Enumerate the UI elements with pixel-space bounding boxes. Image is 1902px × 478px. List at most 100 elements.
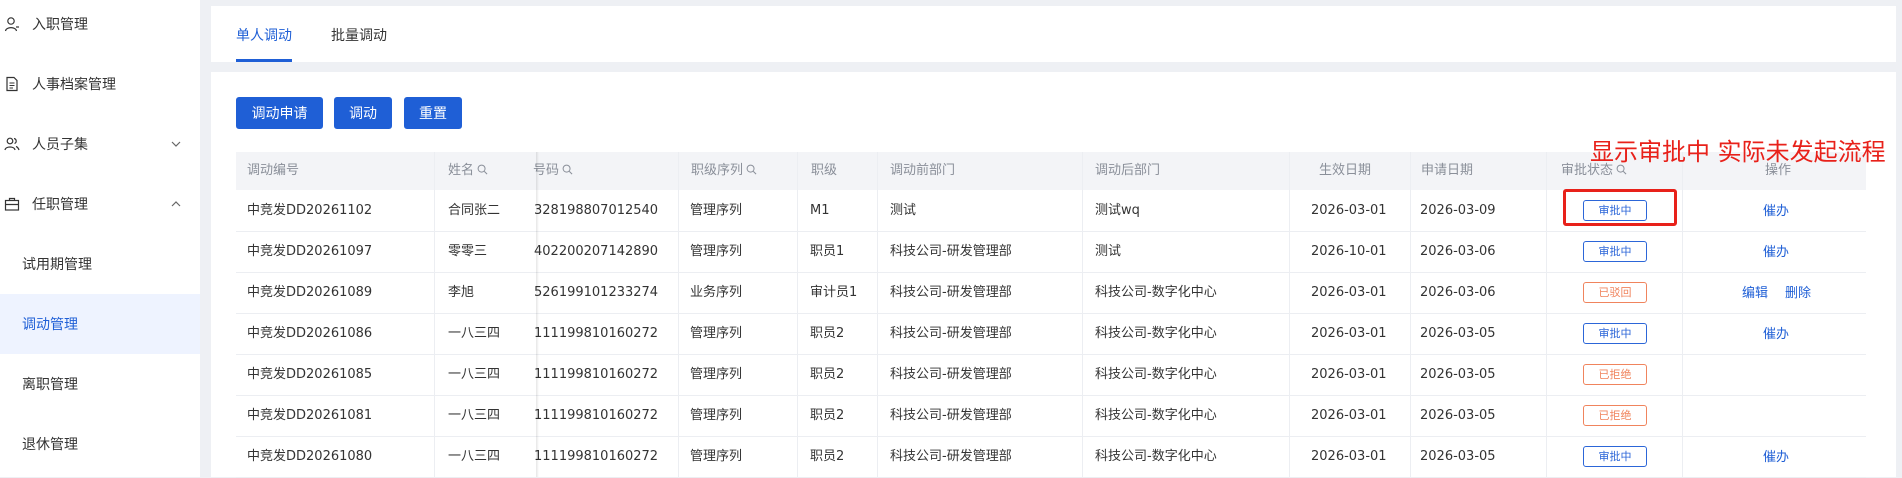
cell-apply-date: 2026-03-05	[1420, 449, 1496, 464]
cell-rank: 职员1	[810, 244, 845, 259]
cell-id-number: 111199810160272	[534, 408, 659, 423]
cell-rank: 职员2	[810, 367, 845, 382]
header-effective-date: 生效日期	[1319, 163, 1372, 178]
urge-link[interactable]: 催办	[1763, 232, 1789, 273]
status-badge: 已拒绝	[1583, 364, 1647, 385]
cell-effective-date: 2026-03-01	[1311, 449, 1387, 464]
cell-name: 李旭	[448, 285, 475, 300]
cell-name: 零零三	[448, 244, 488, 259]
cell-transfer-code: 中竞发DD20261081	[247, 408, 373, 423]
cell-from-department: 科技公司-研发管理部	[890, 449, 1012, 464]
sidebar-item-probation[interactable]: 试用期管理	[0, 234, 200, 294]
sidebar-item-label: 试用期管理	[22, 257, 92, 273]
header-rank: 职级	[811, 163, 838, 178]
status-badge: 审批中	[1583, 241, 1647, 262]
sidebar-item-label: 入职管理	[32, 17, 88, 33]
sidebar-item-resignation[interactable]: 离职管理	[0, 354, 200, 414]
cell-effective-date: 2026-03-01	[1311, 285, 1387, 300]
cell-transfer-code: 中竞发DD20261097	[247, 244, 373, 259]
sidebar-item-label: 人员子集	[32, 137, 88, 153]
sidebar-item-onboarding[interactable]: 入职管理	[0, 0, 200, 54]
cell-name: 一八三四	[448, 408, 501, 423]
sidebar-item-personnel-files[interactable]: 人事档案管理	[0, 54, 200, 114]
header-rank-series[interactable]: 职级序列	[691, 152, 757, 190]
cell-rank-series: 管理序列	[690, 244, 743, 259]
urge-link[interactable]: 催办	[1763, 437, 1789, 478]
cell-from-department: 科技公司-研发管理部	[890, 285, 1012, 300]
header-series-label: 职级序列	[691, 163, 744, 178]
reset-button[interactable]: 重置	[404, 97, 462, 129]
cell-to-department: 科技公司-数字化中心	[1095, 408, 1217, 423]
search-icon	[477, 164, 488, 175]
cell-effective-date: 2026-03-01	[1311, 367, 1387, 382]
tab-single-transfer[interactable]: 单人调动	[236, 25, 292, 45]
cell-transfer-code: 中竞发DD20261086	[247, 326, 373, 341]
urge-link[interactable]: 催办	[1763, 191, 1789, 232]
cell-transfer-code: 中竞发DD20261080	[247, 449, 373, 464]
tab-batch-transfer[interactable]: 批量调动	[331, 25, 387, 45]
annotation-highlight-box	[1563, 189, 1677, 226]
header-from-department: 调动前部门	[890, 163, 956, 178]
cell-to-department: 测试	[1095, 244, 1122, 259]
cell-name: 一八三四	[448, 326, 501, 341]
active-tab-indicator	[236, 59, 292, 62]
cell-id-number: 111199810160272	[534, 326, 659, 341]
sidebar-item-label: 人事档案管理	[32, 77, 116, 93]
edit-link[interactable]: 编辑	[1742, 273, 1768, 314]
status-badge: 已拒绝	[1583, 405, 1647, 426]
cell-effective-date: 2026-10-01	[1311, 244, 1387, 259]
cell-from-department: 科技公司-研发管理部	[890, 244, 1012, 259]
status-badge: 审批中	[1583, 323, 1647, 344]
header-name-label: 姓名	[448, 163, 475, 178]
sidebar-item-label: 调动管理	[22, 317, 78, 333]
urge-link[interactable]: 催办	[1763, 314, 1789, 355]
cell-to-department: 科技公司-数字化中心	[1095, 326, 1217, 341]
cell-rank: 职员2	[810, 408, 845, 423]
sidebar-item-label: 离职管理	[22, 377, 78, 393]
cell-to-department: 科技公司-数字化中心	[1095, 285, 1217, 300]
sidebar-item-label: 退休管理	[22, 437, 78, 453]
sidebar: 入职管理 人事档案管理 人员子集 任职管理 试用期管理 调动管理 离职管理 退休…	[0, 0, 200, 477]
fixed-column-shadow	[536, 152, 539, 477]
chevron-down-icon	[171, 141, 181, 147]
delete-link[interactable]: 删除	[1785, 273, 1811, 314]
cell-rank: 职员2	[810, 326, 845, 341]
cell-apply-date: 2026-03-06	[1420, 244, 1496, 259]
briefcase-icon	[4, 197, 20, 211]
cell-transfer-code: 中竞发DD20261089	[247, 285, 373, 300]
cell-id-number: 111199810160272	[534, 367, 659, 382]
chevron-up-icon	[171, 201, 181, 207]
cell-id-number: 402200207142890	[534, 244, 659, 259]
cell-transfer-code: 中竞发DD20261102	[247, 203, 373, 218]
cell-rank-series: 管理序列	[690, 408, 743, 423]
cell-apply-date: 2026-03-05	[1420, 408, 1496, 423]
cell-transfer-code: 中竞发DD20261085	[247, 367, 373, 382]
cell-rank: M1	[810, 203, 830, 218]
user-icon	[4, 17, 19, 32]
cell-apply-date: 2026-03-06	[1420, 285, 1496, 300]
cell-id-number: 328198807012540	[534, 203, 659, 218]
cell-apply-date: 2026-03-05	[1420, 367, 1496, 382]
transfer-button[interactable]: 调动	[334, 97, 392, 129]
header-apply-date: 申请日期	[1421, 163, 1474, 178]
cell-effective-date: 2026-03-01	[1311, 326, 1387, 341]
cell-to-department: 科技公司-数字化中心	[1095, 367, 1217, 382]
sidebar-item-appointment[interactable]: 任职管理	[0, 174, 200, 234]
cell-effective-date: 2026-03-01	[1311, 408, 1387, 423]
cell-rank-series: 业务序列	[690, 285, 743, 300]
sidebar-item-personnel-subset[interactable]: 人员子集	[0, 114, 200, 174]
cell-rank: 职员2	[810, 449, 845, 464]
cell-rank-series: 管理序列	[690, 203, 743, 218]
sidebar-item-transfer[interactable]: 调动管理	[0, 294, 200, 354]
sidebar-item-retirement[interactable]: 退休管理	[0, 414, 200, 474]
header-id-number[interactable]: 号码	[533, 152, 573, 190]
cell-apply-date: 2026-03-09	[1420, 203, 1496, 218]
header-transfer-code: 调动编号	[247, 163, 300, 178]
cell-from-department: 科技公司-研发管理部	[890, 326, 1012, 341]
cell-rank-series: 管理序列	[690, 326, 743, 341]
cell-from-department: 科技公司-研发管理部	[890, 408, 1012, 423]
header-name[interactable]: 姓名	[448, 152, 488, 190]
annotation-text: 显示审批中 实际未发起流程	[1590, 138, 1886, 166]
sidebar-item-label: 任职管理	[32, 197, 88, 213]
transfer-apply-button[interactable]: 调动申请	[236, 97, 323, 129]
